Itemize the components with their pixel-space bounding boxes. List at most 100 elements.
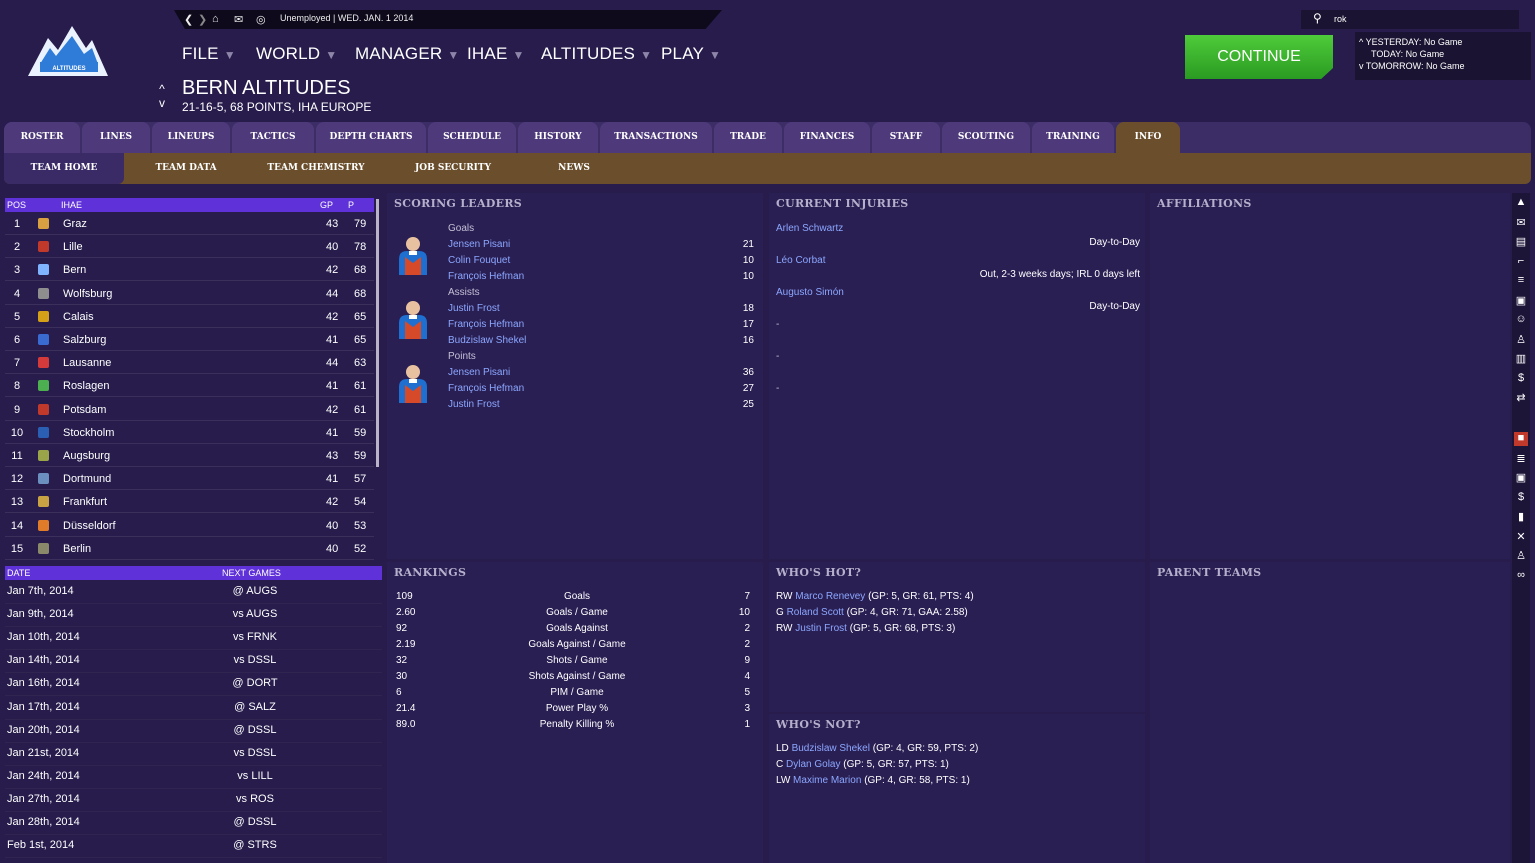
team-logo[interactable]: ALTITUDES: [28, 26, 108, 80]
game-opponent[interactable]: vs ROS: [230, 793, 280, 805]
people-icon[interactable]: ☺: [1514, 313, 1528, 327]
menu-play[interactable]: PLAY ▼: [661, 44, 721, 64]
tab-trade[interactable]: TRADE: [714, 122, 782, 153]
menu-altitudes[interactable]: ALTITUDES ▼: [541, 44, 652, 64]
list2-icon[interactable]: ≣: [1514, 452, 1528, 466]
leader-player-link[interactable]: François Hefman: [448, 319, 524, 330]
standings-team[interactable]: Lille: [63, 241, 83, 253]
leader-player-link[interactable]: François Hefman: [448, 383, 524, 394]
player-link[interactable]: Budzislaw Shekel: [792, 743, 870, 754]
next-game-row[interactable]: Jan 7th, 2014 @ AUGS: [5, 581, 382, 604]
subtab-team-chemistry[interactable]: TEAM CHEMISTRY: [248, 153, 384, 184]
search-input[interactable]: rok: [1334, 14, 1347, 24]
standings-team[interactable]: Augsburg: [63, 450, 110, 462]
money-people-icon[interactable]: $: [1514, 372, 1528, 386]
standings-row[interactable]: 11 Augsburg 43 59: [5, 445, 374, 467]
chart-icon[interactable]: ▮: [1514, 510, 1528, 524]
standings-row[interactable]: 15 Berlin 40 52: [5, 538, 374, 560]
globe-icon[interactable]: ◎: [256, 13, 266, 26]
standings-row[interactable]: 14 Düsseldorf 40 53: [5, 515, 374, 537]
tab-schedule[interactable]: SCHEDULE: [428, 122, 516, 153]
tab-lines[interactable]: LINES: [82, 122, 150, 153]
leader-player-link[interactable]: Jensen Pisani: [448, 367, 510, 378]
standings-team[interactable]: Düsseldorf: [63, 520, 116, 532]
leader-player-link[interactable]: Jensen Pisani: [448, 239, 510, 250]
next-game-row[interactable]: Jan 27th, 2014 vs ROS: [5, 789, 382, 812]
menu-world[interactable]: WORLD ▼: [256, 44, 337, 64]
standings-row[interactable]: 2 Lille 40 78: [5, 236, 374, 259]
next-game-row[interactable]: Jan 16th, 2014 @ DORT: [5, 673, 382, 697]
mail-icon[interactable]: ✉: [1514, 216, 1528, 230]
standings-team[interactable]: Potsdam: [63, 404, 106, 416]
tab-transactions[interactable]: TRANSACTIONS: [600, 122, 712, 153]
game-opponent[interactable]: @ DORT: [230, 677, 280, 689]
game-opponent[interactable]: @ SALZ: [230, 701, 280, 713]
team-switcher[interactable]: ^ v: [159, 82, 165, 110]
standings-team[interactable]: Bern: [63, 264, 86, 276]
game-opponent[interactable]: vs LILL: [230, 770, 280, 782]
next-game-row[interactable]: Jan 10th, 2014 vs FRNK: [5, 627, 382, 651]
leader-player-link[interactable]: François Hefman: [448, 271, 524, 282]
menu-manager[interactable]: MANAGER ▼: [355, 44, 459, 64]
injured-player-link[interactable]: Augusto Simón: [776, 287, 844, 298]
injured-player-link[interactable]: Arlen Schwartz: [776, 223, 843, 234]
next-game-row[interactable]: Jan 20th, 2014 @ DSSL: [5, 720, 382, 743]
binoculars-icon[interactable]: ∞: [1514, 569, 1528, 583]
subtab-team-home[interactable]: TEAM HOME: [4, 153, 124, 184]
next-game-row[interactable]: Jan 9th, 2014 vs AUGS: [5, 604, 382, 628]
standings-row[interactable]: 10 Stockholm 41 59: [5, 422, 374, 444]
forward-icon[interactable]: ❯: [198, 13, 207, 26]
rink-icon[interactable]: ▣: [1514, 294, 1528, 308]
game-opponent[interactable]: vs DSSL: [230, 654, 280, 666]
standings-row[interactable]: 9 Potsdam 42 61: [5, 399, 374, 421]
team-icon[interactable]: ▲: [1514, 196, 1528, 210]
document-icon[interactable]: ▥: [1514, 352, 1528, 366]
tab-scouting[interactable]: SCOUTING: [942, 122, 1030, 153]
standings-team[interactable]: Graz: [63, 218, 87, 230]
tab-history[interactable]: HISTORY: [518, 122, 598, 153]
next-game-row[interactable]: Jan 21st, 2014 vs DSSL: [5, 743, 382, 766]
dollar-icon[interactable]: $: [1514, 491, 1528, 505]
subtab-team-data[interactable]: TEAM DATA: [127, 153, 245, 184]
tab-info[interactable]: INFO: [1116, 122, 1180, 153]
game-opponent[interactable]: @ DSSL: [230, 724, 280, 736]
standings-row[interactable]: 4 Wolfsburg 44 68: [5, 283, 374, 305]
player-link[interactable]: Marco Renevey: [795, 591, 865, 602]
player-link[interactable]: Roland Scott: [787, 607, 844, 618]
standings-scrollbar[interactable]: [376, 199, 379, 467]
next-game-row[interactable]: Jan 24th, 2014 vs LILL: [5, 766, 382, 789]
game-opponent[interactable]: @ DSSL: [230, 816, 280, 828]
game-opponent[interactable]: vs DSSL: [230, 747, 280, 759]
stick-icon[interactable]: ⌐: [1514, 255, 1528, 269]
leader-player-link[interactable]: Justin Frost: [448, 399, 500, 410]
next-game-row[interactable]: Jan 14th, 2014 vs DSSL: [5, 650, 382, 674]
standings-team[interactable]: Berlin: [63, 543, 91, 555]
standings-team[interactable]: Calais: [63, 311, 94, 323]
tab-depth-charts[interactable]: DEPTH CHARTS: [316, 122, 426, 153]
standings-team[interactable]: Stockholm: [63, 427, 114, 439]
leader-player-link[interactable]: Justin Frost: [448, 303, 500, 314]
back-icon[interactable]: ❮: [184, 13, 193, 26]
standings-row[interactable]: 1 Graz 43 79: [5, 213, 374, 235]
standings-team[interactable]: Wolfsburg: [63, 288, 112, 300]
next-game-row[interactable]: Jan 28th, 2014 @ DSSL: [5, 812, 382, 835]
tab-tactics[interactable]: TACTICS: [232, 122, 314, 153]
search-box[interactable]: ⚲ rok: [1301, 10, 1519, 29]
tab-staff[interactable]: STAFF: [872, 122, 940, 153]
home-icon[interactable]: ⌂: [212, 13, 219, 25]
tab-roster[interactable]: ROSTER: [4, 122, 80, 153]
next-game-row[interactable]: Jan 17th, 2014 @ SALZ: [5, 697, 382, 720]
standings-row[interactable]: 3 Bern 42 68: [5, 259, 374, 282]
mail-icon[interactable]: ✉: [234, 13, 243, 26]
game-opponent[interactable]: @ STRS: [230, 839, 280, 851]
player-link[interactable]: Dylan Golay: [786, 759, 840, 770]
standings-team[interactable]: Dortmund: [63, 473, 111, 485]
trophy-icon[interactable]: ♙: [1514, 333, 1528, 347]
game-opponent[interactable]: vs AUGS: [230, 608, 280, 620]
game-opponent[interactable]: @ AUGS: [230, 585, 280, 597]
search-icon[interactable]: ⚲: [1313, 11, 1322, 25]
next-game-row[interactable]: Feb 1st, 2014 @ STRS: [5, 835, 382, 859]
trophy2-icon[interactable]: ♙: [1514, 549, 1528, 563]
rink2-icon[interactable]: ▣: [1514, 471, 1528, 485]
tab-lineups[interactable]: LINEUPS: [152, 122, 230, 153]
